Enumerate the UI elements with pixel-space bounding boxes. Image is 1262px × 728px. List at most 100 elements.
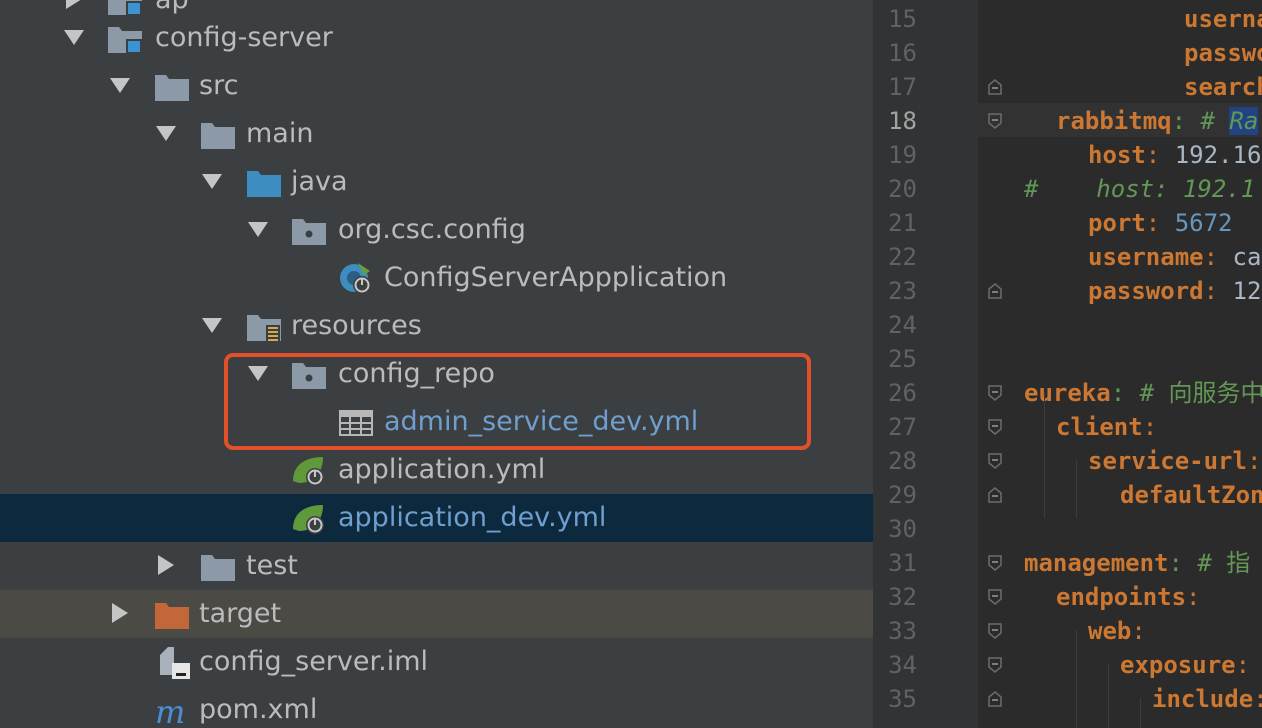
tree-item-label: application_dev.yml [338, 502, 607, 533]
fold-end-icon[interactable] [988, 283, 1002, 299]
code-line: defaultZon [1120, 478, 1262, 512]
code-line: eureka: # 向服务中 [1024, 376, 1262, 410]
tree-item-java[interactable]: java [0, 158, 873, 206]
code-token: : [1246, 447, 1262, 475]
tree-item-label: org.csc.config [338, 214, 526, 245]
chevron-down-icon[interactable] [108, 73, 132, 97]
tree-item-target[interactable]: target [0, 590, 873, 638]
fold-expanded-icon[interactable] [988, 623, 1002, 639]
tree-item-application-dev-yml[interactable]: application_dev.yml [0, 494, 873, 542]
code-line: include: [1152, 682, 1262, 716]
code-line: # host: 192.1 [1024, 172, 1255, 206]
fold-expanded-icon[interactable] [988, 385, 1002, 401]
tree-item-main[interactable]: main [0, 110, 873, 158]
fold-end-icon[interactable] [988, 487, 1002, 503]
fold-expanded-icon[interactable] [988, 555, 1002, 571]
line-number: 22 [888, 243, 917, 271]
tree-item-label: src [199, 70, 239, 101]
code-token: password [1088, 277, 1204, 305]
folder-icon [200, 117, 236, 151]
chevron-down-icon[interactable] [246, 217, 270, 241]
code-token: : [1142, 413, 1158, 441]
package-icon [291, 213, 327, 247]
fold-expanded-icon[interactable] [988, 657, 1002, 673]
fold-end-icon[interactable] [988, 79, 1002, 95]
code-line: password: 12 [1088, 274, 1261, 308]
code-token: host [1088, 141, 1146, 169]
code-token: : [1145, 141, 1175, 169]
line-number: 26 [888, 379, 917, 407]
tree-item-org-csc-config[interactable]: org.csc.config [0, 206, 873, 254]
code-token: rabbitmq [1056, 107, 1172, 135]
line-number: 23 [888, 277, 917, 305]
code-line: rabbitmq: # Ra [1056, 104, 1259, 138]
spring-boot-class-icon [338, 261, 374, 295]
tree-item-label: target [199, 598, 282, 629]
code-token: # host: 192.1 [1024, 175, 1256, 203]
tree-item-application-yml[interactable]: application.yml [0, 446, 873, 494]
package-icon [291, 357, 327, 391]
tree-item-label: main [246, 118, 314, 149]
iml-file-icon [156, 645, 192, 679]
code-token: management [1024, 549, 1169, 577]
code-token: client [1056, 413, 1143, 441]
fold-expanded-icon[interactable] [988, 589, 1002, 605]
chevron-down-icon[interactable] [200, 169, 224, 193]
chevron-right-icon[interactable] [62, 0, 86, 11]
tree-item-resources[interactable]: resources [0, 302, 873, 350]
table-file-icon [338, 405, 374, 439]
code-token: port [1088, 209, 1146, 237]
tree-item-config-server-iml[interactable]: config_server.iml [0, 638, 873, 686]
code-token: service-url [1088, 447, 1247, 475]
tree-item-pom-xml[interactable]: m pom.xml [0, 686, 873, 728]
line-number: 28 [888, 447, 917, 475]
code-token: : [1203, 277, 1233, 305]
fold-expanded-icon[interactable] [988, 419, 1002, 435]
fold-expanded-icon[interactable] [988, 113, 1002, 129]
tree-item-config-repo[interactable]: config_repo [0, 350, 873, 398]
tree-item-label: config-server [155, 22, 333, 53]
code-line: password [1184, 36, 1262, 70]
code-line: service-url: [1088, 444, 1261, 478]
maven-icon: m [154, 693, 190, 727]
code-token: 192.16 [1174, 141, 1262, 169]
tree-item-src[interactable]: src [0, 62, 873, 110]
code-token: include [1152, 685, 1254, 713]
code-token: 5672 [1174, 209, 1233, 237]
line-number: 24 [888, 311, 917, 339]
code-line: exposure: [1120, 648, 1250, 682]
tree-item-configserverappplication[interactable]: ConfigServerAppplication [0, 254, 873, 302]
indent-guide [1076, 630, 1077, 728]
tree-item-test[interactable]: test [0, 542, 873, 590]
chevron-right-icon[interactable] [154, 553, 178, 577]
line-number: 21 [888, 209, 917, 237]
chevron-right-icon[interactable] [108, 601, 132, 625]
indent-guide [1044, 392, 1045, 518]
code-token: web [1088, 617, 1132, 645]
code-token: defaultZon [1120, 481, 1262, 509]
chevron-down-icon[interactable] [154, 121, 178, 145]
fold-end-icon[interactable] [988, 691, 1002, 707]
line-number: 31 [888, 549, 917, 577]
tree-item-config-server[interactable]: config-server [0, 14, 873, 62]
module-folder-icon [107, 21, 143, 55]
fold-expanded-icon[interactable] [988, 453, 1002, 469]
code-line: port: 5672 [1088, 206, 1233, 240]
code-line: username: ca [1088, 240, 1261, 274]
line-number: 35 [888, 685, 917, 713]
code-token: username [1184, 5, 1262, 33]
chevron-down-icon[interactable] [62, 25, 86, 49]
line-number: 34 [888, 651, 917, 679]
code-token: : [1235, 651, 1251, 679]
chevron-down-icon[interactable] [200, 313, 224, 337]
code-editor[interactable]: 15 16 17 18 19 20 21 22 23 24 25 26 27 28 29 30 31 32 33 34… [873, 0, 1262, 728]
editor-gutter: 15 16 17 18 19 20 21 22 23 24 25 26 27 28 29 30 31 32 33 34… [873, 0, 978, 728]
code-line: search [1184, 70, 1262, 104]
code-token: : # 指 [1168, 549, 1251, 577]
chevron-down-icon[interactable] [246, 361, 270, 385]
tree-item-label: resources [291, 310, 422, 341]
line-number: 29 [888, 481, 917, 509]
tree-item-admin-service-dev-yml[interactable]: admin_service_dev.yml [0, 398, 873, 446]
code-token: username [1088, 243, 1204, 271]
svg-text:m: m [155, 693, 185, 727]
